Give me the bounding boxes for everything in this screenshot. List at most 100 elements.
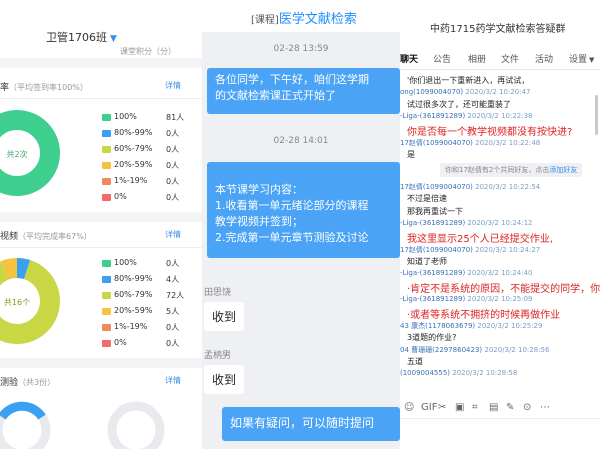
sender-name[interactable]: 43 康杰(1178063679) <box>400 322 477 330</box>
screenshot-icon[interactable]: ✂ <box>438 402 446 413</box>
message-meta: 04 曹珊珊(2297860423) 2020/3/2 10:28:56 <box>400 345 549 355</box>
legend-swatch <box>102 162 111 169</box>
add-friend-link[interactable]: 添加好友 <box>549 166 577 174</box>
legend-count: 4人 <box>166 275 180 284</box>
quiz-ring-arc <box>0 401 46 420</box>
legend-item: 1%-19% 0人 <box>102 176 192 188</box>
message-meta: 17赵倩(1099004070) 2020/3/2 10:22:54 <box>400 182 540 192</box>
sender-name[interactable]: 04 曹珊珊(2297860423) <box>400 346 484 354</box>
checkin-section-title: 率（平均签到率100%） <box>0 83 88 93</box>
message-text: 试过很多次了，还可能重装了 <box>407 100 511 109</box>
legend-count: 0人 <box>166 323 180 332</box>
chat-header: [课程]医学文献检索 <box>202 0 400 32</box>
legend-label: 20%-59% <box>114 160 153 169</box>
chat-title: [课程]医学文献检索 <box>251 8 357 27</box>
legend-label: 1%-19% <box>114 322 148 331</box>
donut-slice <box>0 258 18 280</box>
legend-item: 1%-19% 0人 <box>102 322 192 334</box>
quiz-ring-track <box>107 401 165 449</box>
section-divider <box>0 58 202 68</box>
message-meta: -Liga-(361891289) 2020/3/2 10:24:12 <box>400 219 533 227</box>
donut-slice <box>16 258 31 280</box>
message-meta: 43 康杰(1178063679) 2020/3/2 10:25:29 <box>400 321 542 331</box>
message-meta: ong(1099004070) 2020/3/2 10:20:47 <box>400 88 531 96</box>
message-bubble: 如果有疑问，可以随时提问 <box>222 407 400 441</box>
legend-swatch <box>102 260 111 267</box>
course-tag: [课程] <box>251 15 279 26</box>
quiz-detail-link[interactable]: 详情 <box>165 375 181 386</box>
message-time: 2020/3/2 10:25:09 <box>467 295 533 303</box>
message-bubble: 本节课学习内容： 1.收看第一单元绪论部分的课程 教学视频并签到； 2.完成第一… <box>207 162 400 258</box>
reply-bubble: 收到 <box>204 365 245 394</box>
course-chat-panel: [课程]医学文献检索 02-28 13:59 各位同学，下午好，咱们这学期 的文… <box>202 0 400 449</box>
image-icon[interactable]: ▣ <box>455 402 464 413</box>
video-detail-link[interactable]: 详情 <box>165 229 181 240</box>
message-meta: 17赵倩(1099004070) 2020/3/2 10:24:27 <box>400 245 540 255</box>
message-time: 2020/3/2 10:22:48 <box>475 139 541 147</box>
sender-name[interactable]: -Liga-(361891289) <box>400 219 467 227</box>
legend-swatch <box>102 276 111 283</box>
file-icon[interactable]: ▤ <box>489 402 498 413</box>
sender-name[interactable]: -Liga-(361891289) <box>400 269 467 277</box>
message-scrollbar[interactable] <box>595 95 598 135</box>
legend-swatch <box>102 130 111 137</box>
message-time: 2020/3/2 10:25:29 <box>477 322 543 330</box>
checkin-detail-link[interactable]: 详情 <box>165 80 181 91</box>
timestamp: 02-28 13:59 <box>273 44 329 54</box>
tab-announcement[interactable]: 公告 <box>433 52 451 65</box>
quiz-section-title: 测验（共3份） <box>0 378 56 388</box>
legend-label: 100% <box>114 258 137 267</box>
sender-name[interactable]: 17赵倩(1099004070) <box>400 183 475 191</box>
legend-item: 0% 0人 <box>102 192 192 204</box>
more-icon[interactable]: ⋯ <box>540 402 550 413</box>
message-text: ·肯定不是系统的原因，不能提交的同学，你们用 <box>407 284 600 295</box>
legend-count: 72人 <box>166 291 185 300</box>
legend-count: 81人 <box>166 113 185 122</box>
gif-icon[interactable]: GIF <box>421 402 437 413</box>
legend-swatch <box>102 324 111 331</box>
legend-label: 80%-99% <box>114 274 153 283</box>
sender-name[interactable]: ong(1099004070) <box>400 88 465 96</box>
system-notice: 你和17赵倩有2个共同好友，点击添加好友 <box>440 163 583 177</box>
message-meta: 17赵倩(1099004070) 2020/3/2 10:22:48 <box>400 138 540 148</box>
voice-icon[interactable]: ⊙ <box>523 402 531 413</box>
message-time: 2020/3/2 10:24:12 <box>467 219 533 227</box>
legend-count: 0人 <box>166 145 180 154</box>
sender-name: 田思饶 <box>204 288 232 298</box>
legend-swatch <box>102 340 111 347</box>
message-input[interactable] <box>400 418 600 449</box>
legend-item: 20%-59% 0人 <box>102 160 192 172</box>
keyboard-icon[interactable]: ⌗ <box>472 402 478 413</box>
legend-swatch <box>102 146 111 153</box>
legend-label: 0% <box>114 192 127 201</box>
sender-name[interactable]: (1009004555) <box>400 369 452 377</box>
message-text: 不过是倍速 <box>407 194 447 203</box>
tab-files[interactable]: 文件 <box>501 52 519 65</box>
tab-chat[interactable]: 聊天 <box>400 52 418 65</box>
sender-name[interactable]: -Liga-(361891289) <box>400 112 467 120</box>
legend-item: 80%-99% 4人 <box>102 274 192 286</box>
legend-count: 0人 <box>166 129 180 138</box>
message-meta: -Liga-(361891289) 2020/3/2 10:22:38 <box>400 112 533 120</box>
message-text: 五道 <box>407 357 423 366</box>
class-selector[interactable]: 卫管1706班 ▼ <box>46 29 117 45</box>
legend-item: 80%-99% 0人 <box>102 128 192 140</box>
course-title: 医学文献检索 <box>278 12 357 27</box>
message-time: 2020/3/2 10:20:47 <box>465 88 531 96</box>
legend-swatch <box>102 194 111 201</box>
tab-settings[interactable]: 设置 ▼ <box>569 52 594 65</box>
message-time: 2020/3/2 10:24:27 <box>475 246 541 254</box>
tab-activity[interactable]: 活动 <box>535 52 553 65</box>
sender-name[interactable]: 17赵倩(1099004070) <box>400 139 475 147</box>
emoji-icon[interactable]: ☺ <box>404 402 414 413</box>
legend-swatch <box>102 114 111 121</box>
section-divider <box>0 212 202 222</box>
sender-name[interactable]: -Liga-(361891289) <box>400 295 467 303</box>
message-bubble: 各位同学，下午好，咱们这学期 的文献检索课正式开始了 <box>207 68 400 114</box>
legend-label: 0% <box>114 338 127 347</box>
tab-album[interactable]: 相册 <box>468 52 486 65</box>
sender-name[interactable]: 17赵倩(1099004070) <box>400 246 475 254</box>
message-text: 我这里显示25个人已经提交作业, <box>407 234 553 245</box>
edit-icon[interactable]: ✎ <box>506 402 514 413</box>
message-line: 1.收看第一单元绪论部分的课程 <box>215 199 369 212</box>
